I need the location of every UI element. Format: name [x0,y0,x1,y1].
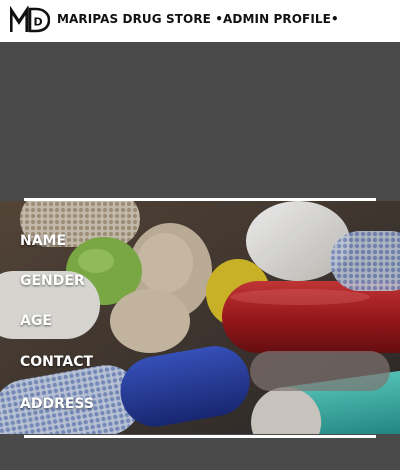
app-header: D MARIPAS DRUG STORE •ADMIN PROFILE• [0,0,400,42]
address-label: ADDRESS [20,396,94,412]
bottom-divider [24,435,376,438]
age-label: AGE [20,313,52,329]
name-label: NAME [20,233,67,249]
md-logo-icon: D [10,6,50,33]
store-title: MARIPAS DRUG STORE •ADMIN PROFILE• [57,12,339,26]
svg-text:D: D [34,16,43,29]
contact-label: CONTACT [20,354,94,370]
gender-label: GENDER [20,273,85,289]
